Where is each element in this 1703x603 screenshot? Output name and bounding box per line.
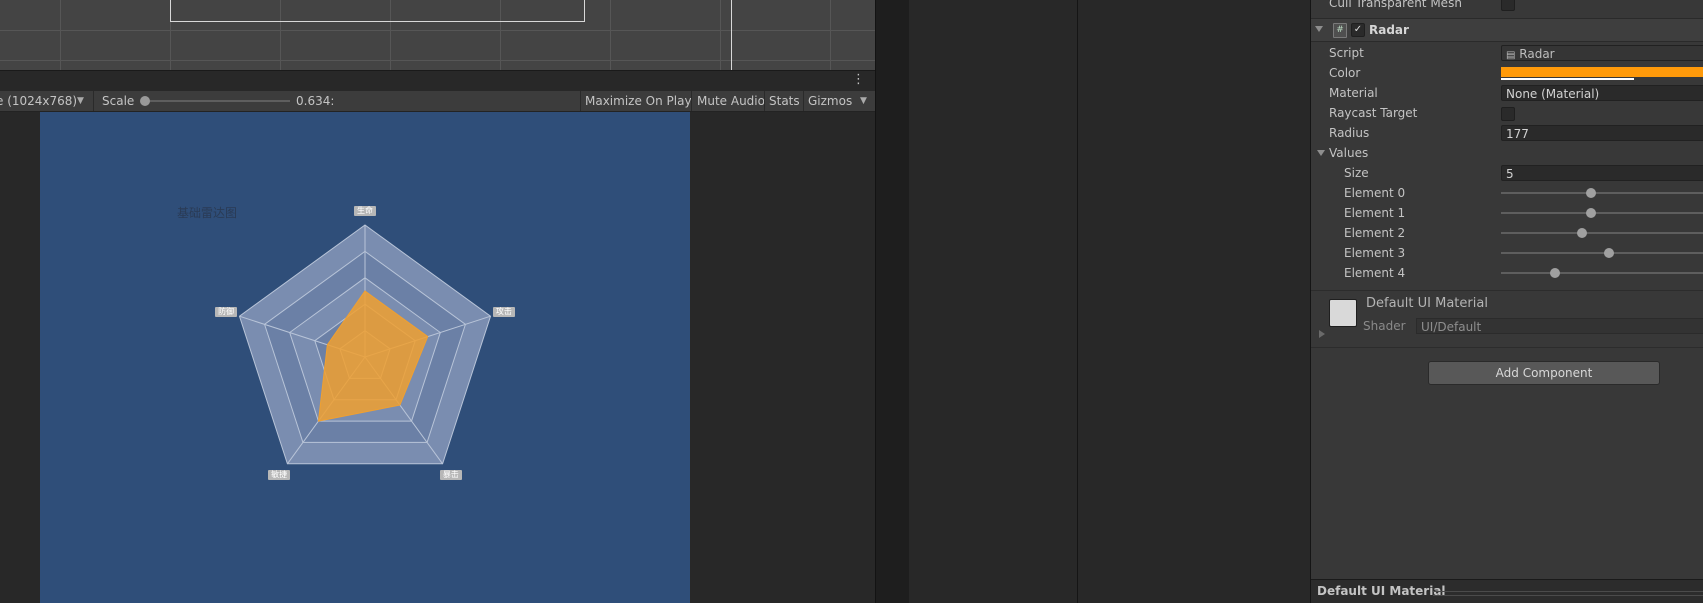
element-label: Element 1 [1344,206,1406,220]
grid-line [0,30,875,31]
cull-transparent-mesh-label: Cull Transparent Mesh [1329,0,1462,10]
cull-transparent-mesh-row: Cull Transparent Mesh [1311,0,1703,13]
game-toolbar: e (1024x768) ▼ Scale 0.634: Maximize On … [0,91,875,112]
script-row: Script ▤ Radar [1311,43,1703,63]
more-options-icon[interactable]: ⋮ [852,72,865,87]
resolution-dropdown[interactable]: e (1024x768) [0,91,77,111]
canvas-edge-line [731,0,732,70]
element-slider[interactable] [1501,252,1703,254]
material-preview-block: Default UI Material Shader UI/Default [1311,290,1703,348]
add-component-button[interactable]: Add Component [1428,361,1660,385]
chevron-down-icon[interactable]: ▼ [77,91,84,111]
material-name: Default UI Material [1366,296,1488,311]
chevron-down-icon[interactable]: ▼ [860,91,867,111]
preview-header[interactable]: Default UI Material [1311,579,1703,603]
raycast-target-checkbox[interactable] [1501,107,1515,121]
radar-component-header[interactable]: # ✓ Radar [1311,18,1703,42]
cull-transparent-mesh-checkbox[interactable] [1501,0,1515,11]
element-slider[interactable] [1501,232,1703,234]
chevron-right-icon[interactable] [1319,330,1325,338]
element-label: Element 4 [1344,266,1406,280]
color-fill [1501,67,1703,77]
values-row[interactable]: Values [1311,143,1703,163]
inspector-panel: Cull Transparent Mesh # ✓ Radar Script ▤… [1311,0,1703,603]
element-slider[interactable] [1501,192,1703,194]
scene-view[interactable] [0,0,875,70]
element-row: Element 4 [1311,263,1703,283]
foldout-arrow-icon[interactable] [1315,26,1323,32]
color-row: Color [1311,63,1703,83]
element-label: Element 2 [1344,226,1406,240]
alpha-bar [1501,78,1634,80]
project-panel[interactable] [1078,0,1311,603]
material-label: Material [1329,86,1378,100]
game-canvas: 基础雷达图 生命 攻击 暴击 敏捷 防御 [40,112,690,603]
radius-input[interactable]: 177 [1501,125,1703,141]
radar-axis-label: 敏捷 [268,470,291,481]
script-icon: # [1333,23,1347,38]
element-slider-handle[interactable] [1550,268,1560,278]
component-title: Radar [1369,23,1409,37]
size-input[interactable]: 5 [1501,165,1703,181]
radar-axis-label: 防御 [215,306,238,317]
shader-label: Shader [1363,319,1406,333]
radar-chart [238,224,492,465]
preview-drag-grip[interactable] [1433,591,1703,596]
element-slider-handle[interactable] [1604,248,1614,258]
script-value: Radar [1519,47,1555,61]
divider [803,91,804,111]
element-row: Element 3 [1311,243,1703,263]
size-row: Size 5 [1311,163,1703,183]
script-label: Script [1329,46,1364,60]
size-label: Size [1344,166,1369,180]
game-tab-bar: ⋮ [0,70,875,92]
mute-audio-button[interactable]: Mute Audio [697,91,765,111]
divider [93,91,94,111]
component-enabled-checkbox[interactable]: ✓ [1351,23,1365,37]
raycast-target-label: Raycast Target [1329,106,1418,120]
element-slider[interactable] [1501,272,1703,274]
material-field[interactable]: None (Material) [1501,85,1703,101]
radar-axis-label: 暴击 [439,470,462,481]
script-file-icon: ▤ [1506,50,1516,61]
panel-divider [875,0,910,603]
element-label: Element 0 [1344,186,1406,200]
radar-axis-label: 攻击 [492,306,515,317]
radar-axis-label: 生命 [354,206,376,216]
material-thumbnail [1329,299,1357,327]
maximize-on-play-button[interactable]: Maximize On Play [585,91,692,111]
element-slider[interactable] [1501,212,1703,214]
shader-dropdown[interactable]: UI/Default [1416,318,1703,334]
canvas-bounds-rect [170,0,585,22]
element-row: Element 2 [1311,223,1703,243]
element-row: Element 0 [1311,183,1703,203]
element-slider-handle[interactable] [1586,208,1596,218]
preview-title: Default UI Material [1317,584,1446,598]
scale-slider[interactable] [145,100,290,102]
script-field[interactable]: ▤ Radar [1501,45,1703,61]
hierarchy-panel[interactable] [909,0,1078,603]
divider [764,91,765,111]
values-label: Values [1329,146,1369,160]
scale-slider-handle[interactable] [140,96,150,106]
material-row: Material None (Material) [1311,83,1703,103]
stats-button[interactable]: Stats [769,91,800,111]
grid-line [0,60,875,61]
gizmos-button[interactable]: Gizmos [808,91,852,111]
color-swatch[interactable] [1501,67,1703,80]
radius-label: Radius [1329,126,1370,140]
scale-label: Scale [102,94,135,108]
element-slider-handle[interactable] [1577,228,1587,238]
divider [691,91,692,111]
element-row: Element 1 [1311,203,1703,223]
divider [580,91,581,111]
element-slider-handle[interactable] [1586,188,1596,198]
raycast-target-row: Raycast Target [1311,103,1703,123]
values-foldout-icon[interactable] [1317,150,1325,156]
element-label: Element 3 [1344,246,1406,260]
scale-value: 0.634: [296,94,335,108]
color-label: Color [1329,66,1361,80]
radius-row: Radius 177 [1311,123,1703,143]
